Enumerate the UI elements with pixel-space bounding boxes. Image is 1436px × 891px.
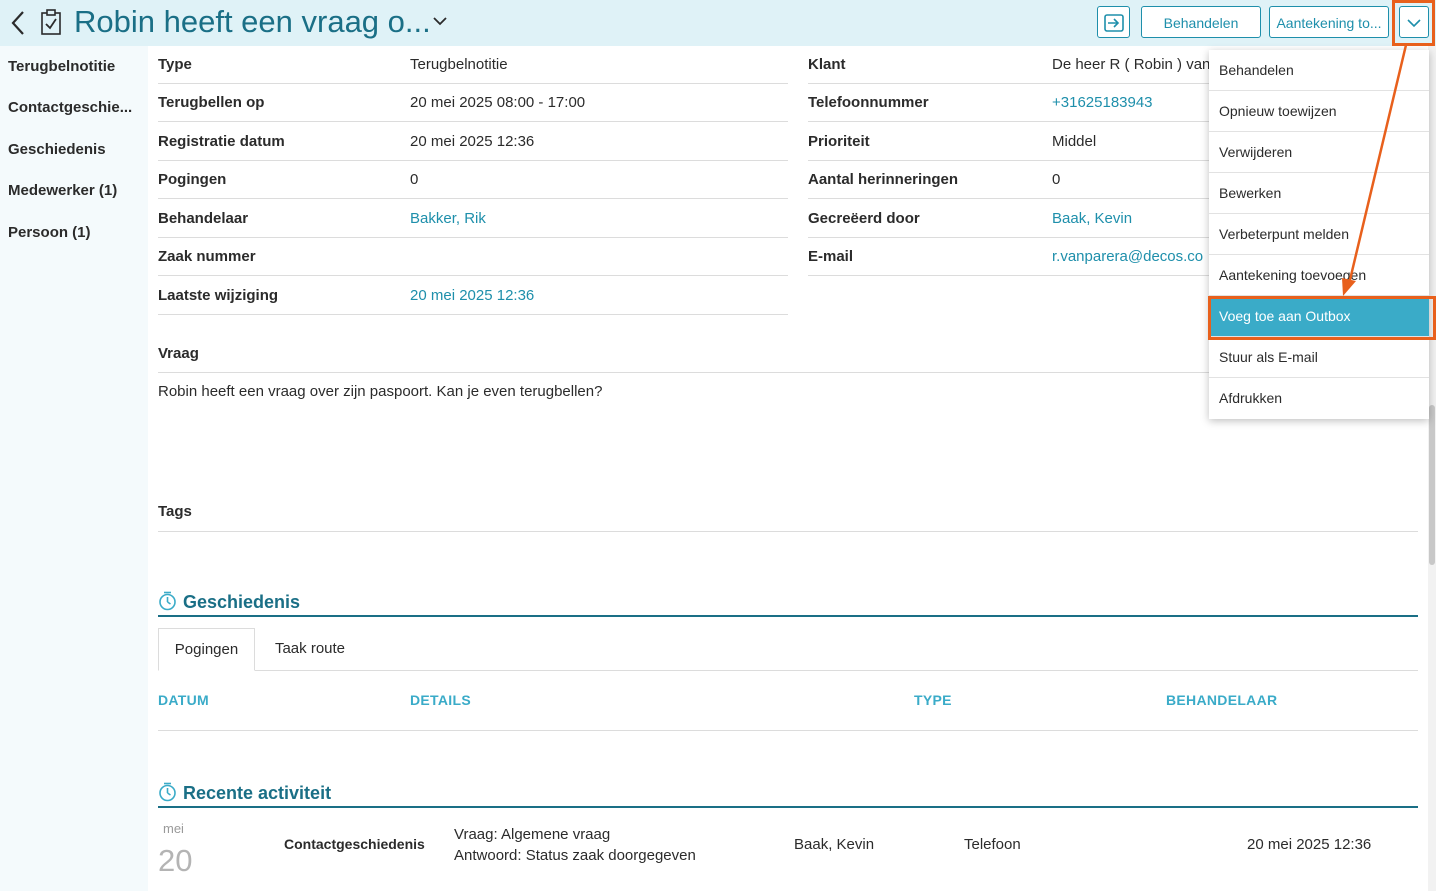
field-row-terugbellen-op: Terugbellen op 20 mei 2025 08:00 - 17:00: [158, 84, 788, 122]
tab-pogingen[interactable]: Pogingen: [158, 628, 255, 671]
question-text: Robin heeft een vraag over zijn paspoort…: [158, 383, 603, 400]
field-value: 0: [410, 171, 419, 188]
section-divider: [158, 806, 1418, 808]
menu-item-behandelen[interactable]: Behandelen: [1209, 50, 1429, 91]
field-row-aantal-herinneringen: Aantal herinneringen 0: [808, 161, 1210, 199]
tab-taak-route[interactable]: Taak route: [258, 628, 362, 670]
field-label: E-mail: [808, 248, 854, 265]
activity-person: Baak, Kevin: [794, 836, 875, 853]
menu-item-bewerken[interactable]: Bewerken: [1209, 173, 1429, 214]
sidebar-item-medewerker[interactable]: Medewerker (1): [8, 182, 140, 199]
field-label: Prioriteit: [808, 133, 870, 150]
behandelaar-link[interactable]: Bakker, Rik: [410, 210, 486, 227]
section-divider: [158, 615, 1418, 617]
activity-category: Contactgeschiedenis: [284, 836, 425, 852]
activity-datetime: 20 mei 2025 12:36: [1247, 836, 1372, 853]
field-row-behandelaar: Behandelaar Bakker, Rik: [158, 200, 788, 238]
open-external-button[interactable]: [1097, 6, 1130, 38]
sidebar-item-geschiedenis[interactable]: Geschiedenis: [8, 141, 140, 158]
field-label: Aantal herinneringen: [808, 171, 959, 188]
recent-section-title: Recente activiteit: [158, 782, 331, 804]
divider: [158, 372, 1218, 373]
table-divider: [158, 730, 1418, 731]
field-row-laatste-wijziging: Laatste wijziging 20 mei 2025 12:36: [158, 277, 788, 315]
question-label: Vraag: [158, 345, 199, 362]
field-row-gecreeerd-door: Gecreëerd door Baak, Kevin: [808, 200, 1210, 238]
clock-history-icon: [159, 591, 176, 611]
menu-item-verbeterpunt-melden[interactable]: Verbeterpunt melden: [1209, 214, 1429, 255]
field-label: Behandelaar: [158, 210, 249, 227]
field-row-zaak-nummer: Zaak nummer: [158, 238, 788, 276]
menu-item-aantekening-toevoegen[interactable]: Aantekening toevoegen: [1209, 255, 1429, 296]
sidebar: Terugbelnotitie Contactgeschie... Geschi…: [0, 46, 148, 891]
field-label: Telefoonnummer: [808, 94, 929, 111]
phone-link[interactable]: +31625183943: [1052, 94, 1153, 111]
add-note-button[interactable]: Aantekening to...: [1269, 6, 1389, 38]
sign-in-icon: [1103, 14, 1124, 32]
menu-item-verwijderen[interactable]: Verwijderen: [1209, 132, 1429, 173]
column-header-datum[interactable]: DATUM: [158, 692, 209, 708]
activity-month: mei: [163, 821, 184, 836]
field-row-klant: Klant De heer R ( Robin ) van: [808, 46, 1210, 84]
field-value: 20 mei 2025 12:36: [410, 133, 535, 150]
laatste-wijziging-link[interactable]: 20 mei 2025 12:36: [410, 287, 534, 304]
sidebar-item-contactgeschiedenis[interactable]: Contactgeschie...: [8, 99, 140, 116]
field-label: Zaak nummer: [158, 248, 256, 265]
history-title-text: Geschiedenis: [183, 592, 301, 612]
menu-item-opnieuw-toewijzen[interactable]: Opnieuw toewijzen: [1209, 91, 1429, 132]
column-header-behandelaar[interactable]: BEHANDELAAR: [1166, 692, 1277, 708]
page-title: Robin heeft een vraag o...: [74, 4, 431, 39]
field-label: Registratie datum: [158, 133, 285, 150]
menu-item-afdrukken[interactable]: Afdrukken: [1209, 378, 1429, 419]
actions-dropdown-menu: Behandelen Opnieuw toewijzen Verwijderen…: [1209, 50, 1429, 419]
history-section-title: Geschiedenis: [158, 591, 300, 613]
tabs-baseline: [158, 670, 1418, 671]
activity-channel: Telefoon: [964, 836, 1021, 853]
sidebar-item-terugbelnotitie[interactable]: Terugbelnotitie: [8, 58, 140, 75]
chevron-down-icon[interactable]: [431, 14, 449, 28]
behandelen-button[interactable]: Behandelen: [1141, 6, 1261, 38]
scrollbar-thumb[interactable]: [1429, 405, 1435, 565]
activity-line-2: Antwoord: Status zaak doorgegeven: [454, 847, 696, 864]
field-row-registratie-datum: Registratie datum 20 mei 2025 12:36: [158, 123, 788, 161]
column-header-details[interactable]: DETAILS: [410, 692, 471, 708]
field-row-type: Type Terugbelnotitie: [158, 46, 788, 84]
chevron-down-icon: [1407, 19, 1421, 28]
header-bar: Robin heeft een vraag o... Behandelen Aa…: [0, 0, 1436, 46]
divider: [158, 531, 1418, 532]
back-arrow-icon[interactable]: [8, 9, 28, 37]
activity-day: 20: [158, 843, 193, 878]
creator-link[interactable]: Baak, Kevin: [1052, 210, 1132, 227]
clipboard-check-icon: [41, 9, 61, 35]
field-row-email: E-mail r.vanparera@decos.co: [808, 238, 1210, 276]
field-label: Gecreëerd door: [808, 210, 920, 227]
more-actions-button[interactable]: [1399, 6, 1429, 38]
field-value: 20 mei 2025 08:00 - 17:00: [410, 94, 586, 111]
menu-item-voeg-toe-aan-outbox[interactable]: Voeg toe aan Outbox: [1209, 296, 1429, 337]
field-row-pogingen: Pogingen 0: [158, 161, 788, 199]
field-value: De heer R ( Robin ) van: [1052, 56, 1211, 73]
field-label: Type: [158, 56, 192, 73]
column-header-type[interactable]: TYPE: [914, 692, 952, 708]
field-row-prioriteit: Prioriteit Middel: [808, 123, 1210, 161]
recent-title-text: Recente activiteit: [183, 783, 332, 803]
field-value: 0: [1052, 171, 1061, 188]
field-label: Terugbellen op: [158, 94, 265, 111]
email-link[interactable]: r.vanparera@decos.co: [1052, 248, 1203, 265]
tags-label: Tags: [158, 503, 192, 520]
field-label: Pogingen: [158, 171, 227, 188]
clock-history-icon: [159, 782, 176, 802]
activity-line-1: Vraag: Algemene vraag: [454, 826, 611, 843]
field-label: Klant: [808, 56, 846, 73]
field-value: Middel: [1052, 133, 1097, 150]
field-row-telefoonnummer: Telefoonnummer +31625183943: [808, 84, 1210, 122]
sidebar-item-persoon[interactable]: Persoon (1): [8, 224, 140, 241]
menu-item-stuur-als-email[interactable]: Stuur als E-mail: [1209, 337, 1429, 378]
field-label: Laatste wijziging: [158, 287, 279, 304]
field-value: Terugbelnotitie: [410, 56, 508, 73]
